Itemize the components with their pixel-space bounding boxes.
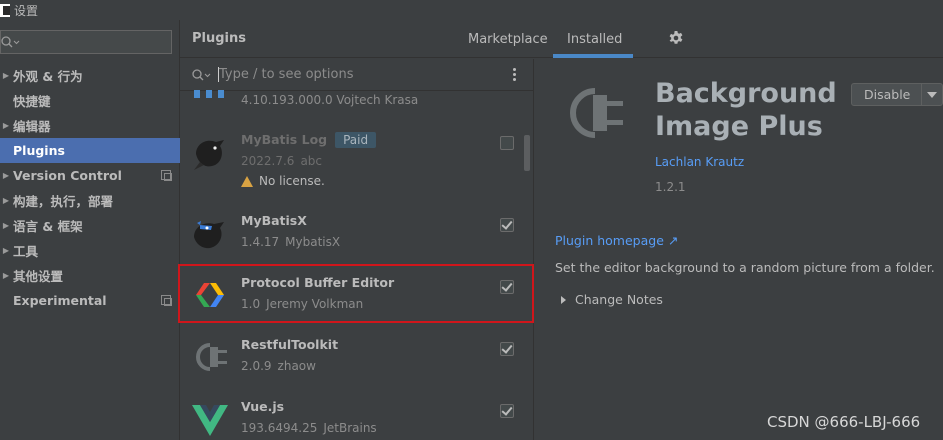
sidebar-item-label: Plugins [13,143,65,158]
plugin-homepage-link[interactable]: Plugin homepage ↗ [555,233,678,248]
plugin-row-mybatis-log[interactable]: MyBatis Log Paid 2022.7.6 abc No license. [180,122,523,188]
plugin-row-mybatisx[interactable]: MyBatisX 1.4.17 MybatisX [180,203,523,265]
plugin-enable-checkbox[interactable] [500,342,514,356]
plugin-meta: 4.10.193.000.0 Vojtech Krasa [241,93,419,107]
plugin-icon [192,89,232,99]
expand-arrow-icon[interactable]: ▶ [0,196,12,205]
search-icon [1,36,20,48]
plugin-enable-checkbox[interactable] [500,404,514,418]
sidebar-item-appearance[interactable]: ▶ 外观 & 行为 [0,63,180,88]
expand-arrow-icon[interactable]: ▶ [0,171,12,180]
plugin-detail-title: Background Image Plus [655,78,837,142]
highlight-box [178,264,534,323]
plugin-meta: 1.4.17 MybatisX [241,235,341,249]
expand-arrow-icon[interactable]: ▶ [0,246,12,255]
sidebar-item-experimental[interactable]: Experimental [0,288,180,313]
plugin-detail-pane: Background Image Plus Disable Lachlan Kr… [535,59,943,440]
plugin-row-vuejs[interactable]: Vue.js 193.6494.25 JetBrains [180,389,523,440]
active-tab-indicator [553,54,633,58]
plugin-meta: 193.6494.25 JetBrains [241,421,377,435]
sidebar-item-languages[interactable]: ▶ 语言 & 框架 [0,213,180,238]
expand-arrow-icon [561,295,566,304]
plugin-enable-checkbox[interactable] [500,136,514,150]
sidebar-item-build[interactable]: ▶ 构建，执行，部署 [0,188,180,213]
search-placeholder: Type / to see options [219,67,354,82]
sidebar-item-editor[interactable]: ▶ 编辑器 [0,113,180,138]
plugin-meta: 2022.7.6 abc [241,154,323,168]
sidebar-item-version-control[interactable]: ▶ Version Control [0,163,180,188]
search-icon [192,68,211,80]
vue-icon [192,405,228,436]
gear-icon[interactable] [668,30,684,46]
page-title: Plugins [192,31,246,46]
sidebar-item-label: 工具 [13,244,39,259]
disable-button[interactable]: Disable [851,83,943,106]
sidebar-item-plugins[interactable]: Plugins [0,138,180,163]
sidebar-item-tools[interactable]: ▶ 工具 [0,238,180,263]
sidebar-item-label: Experimental [13,293,107,308]
list-scrollbar[interactable] [524,135,530,171]
sidebar-search-input[interactable] [0,30,172,54]
sidebar-item-label: 快捷键 [13,94,51,109]
plug-icon [570,88,623,138]
license-warning: No license. [241,174,325,188]
plugin-row-restfultoolkit[interactable]: RestfulToolkit 2.0.9 zhaow [180,327,523,389]
change-notes-toggle[interactable]: Change Notes [561,292,663,307]
sidebar-item-label: 构建，执行，部署 [13,194,114,209]
disable-button-label: Disable [864,87,911,102]
window-title: 设置 [14,3,39,18]
sidebar-list: ▶ 外观 & 行为 快捷键 ▶ 编辑器 Plugins ▶ Version Co… [0,63,180,313]
tab-marketplace[interactable]: Marketplace [468,32,548,47]
plugin-name: Vue.js [241,399,285,414]
plugin-list-pane: Type / to see options 4.10.193.000.0 Voj… [180,59,534,440]
vendor-link[interactable]: Lachlan Krautz [655,155,744,169]
plugin-name: RestfulToolkit [241,337,339,352]
expand-arrow-icon[interactable]: ▶ [0,221,12,230]
settings-sidebar: ▶ 外观 & 行为 快捷键 ▶ 编辑器 Plugins ▶ Version Co… [0,20,180,440]
plugin-meta: 2.0.9 zhaow [241,359,316,373]
plugin-description: Set the editor background to a random pi… [555,260,935,275]
plugin-name: MyBatis Log Paid [241,132,377,148]
bird-icon [194,140,224,170]
title-bar: 设置 [0,0,943,20]
sidebar-item-label: Version Control [13,168,122,183]
expand-arrow-icon[interactable]: ▶ [0,121,12,130]
chevron-down-icon[interactable] [927,92,937,98]
expand-arrow-icon[interactable]: ▶ [0,71,12,80]
plugin-name: MyBatisX [241,213,307,228]
project-scope-icon [161,170,172,181]
plug-icon [196,343,227,371]
sidebar-item-label: 其他设置 [13,269,64,284]
plugin-enable-checkbox[interactable] [500,218,514,232]
tab-installed[interactable]: Installed [567,32,622,47]
sidebar-item-label: 外观 & 行为 [13,69,83,84]
watermark: CSDN @666-LBJ-666 [767,413,921,431]
sidebar-item-other-settings[interactable]: ▶ 其他设置 [0,263,180,288]
plugins-header: Plugins Marketplace Installed [180,20,943,58]
paid-badge: Paid [335,132,377,148]
bird-icon [194,221,224,249]
expand-arrow-icon[interactable]: ▶ [0,271,12,280]
warning-icon [241,175,253,187]
sidebar-item-label: 编辑器 [13,119,51,134]
sidebar-item-keymap[interactable]: 快捷键 [0,88,180,113]
plugin-version: 1.2.1 [655,180,686,194]
sidebar-item-label: 语言 & 框架 [13,219,83,234]
project-scope-icon [161,295,172,306]
app-icon [0,3,10,17]
